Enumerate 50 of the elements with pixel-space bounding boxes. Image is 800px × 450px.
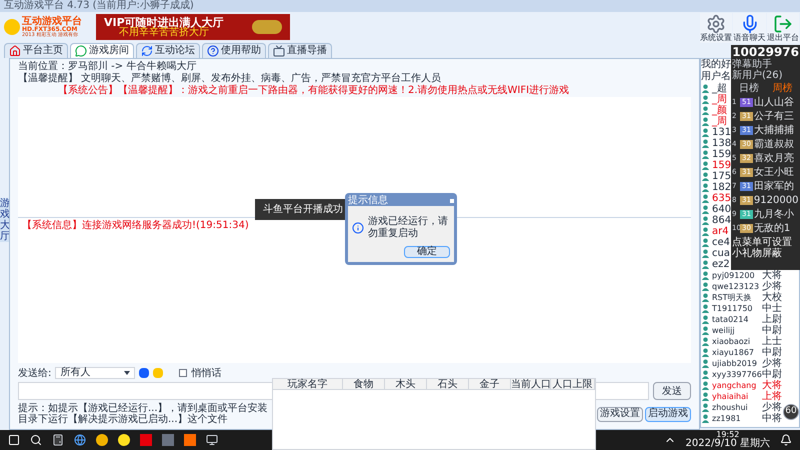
user-rank: 中尉	[762, 348, 782, 358]
logo-title: 互动游戏平台	[22, 16, 82, 26]
dialog-title: 提示信息	[348, 196, 388, 206]
viewer-name: 女王小旺	[754, 166, 794, 180]
notice-text: 点菜单可设置小礼物屏蔽	[732, 237, 793, 259]
send-to-label: 发送给:	[18, 366, 52, 380]
user-rank: 中尉	[762, 370, 782, 380]
viewer-name: 喜欢月亮	[754, 152, 794, 166]
column-header: 玩家名字	[273, 379, 343, 390]
new-users-label: 新用户(26)	[732, 70, 783, 81]
clock-date: 2022/9/10 星期六	[686, 439, 770, 449]
room-id: 10029976	[732, 45, 799, 59]
user-rank: 上士	[762, 336, 782, 346]
column-header: 金子	[469, 379, 511, 390]
whisper-label: 悄悄话	[191, 366, 222, 380]
viewer-name: 九月冬小	[754, 208, 794, 222]
tip-text: 【温馨提醒】 文明聊天、严禁赌博、刷屏、发布外挂、病毒、广告，严禁冒充官方平台工作人员	[18, 73, 442, 84]
user-rank: 大将	[762, 270, 782, 280]
user-rank: 少将	[762, 282, 782, 292]
location-text: 当前位置：罗马部川 -> 牛合牛赖喝大厅	[18, 61, 198, 72]
viewer-name: 田家军的	[754, 180, 794, 194]
banner-title: VIP可随时进出满人大厅	[104, 16, 224, 28]
column-header: 当前人口	[511, 379, 551, 390]
viewer-name: 公子有三	[754, 110, 794, 124]
user-rank: 少将	[762, 402, 782, 412]
user-rank: 大校	[762, 292, 782, 302]
viewer-name: 9120000	[754, 194, 798, 208]
user-rank: 大将	[762, 380, 782, 390]
announcement-text: 【系统公告】【温馨提醒】：游戏之前重启一下路由器，有能获得更好的网速！2.请勿使用热点或无线WIFI进行游戏	[57, 85, 570, 97]
column-header: 石头	[427, 379, 469, 390]
user-rank: 中将	[762, 414, 782, 424]
viewer-name: 霸道叔叔	[754, 138, 794, 152]
user-rank: 上将	[762, 392, 782, 402]
viewer-name: 山人山谷	[754, 96, 794, 110]
column-header: 人口上限	[551, 379, 595, 390]
viewer-name: 大捕捕捕	[754, 124, 794, 138]
assistant-title: 弹幕助手	[732, 59, 772, 70]
user-rank: 少将	[762, 358, 782, 368]
banner-subtitle: 不用辛辛苦苦挤大厅	[118, 28, 209, 38]
user-rank: 中尉	[762, 326, 782, 336]
system-message: 【系统信息】连接游戏网络服务器成功!(19:51:34)	[22, 220, 249, 231]
column-header: 用户名	[701, 71, 731, 82]
column-header: 木头	[385, 379, 427, 390]
dialog-message: 游戏已经运行，请勿重复启动	[368, 216, 449, 240]
clock-time: 19:52	[716, 431, 740, 439]
user-rank: 上尉	[762, 314, 782, 324]
hint-text: 提示：如提示【游戏已经运行...】，请到桌面或平台安装目录下运行【解决提示游戏已启动...】这个文件	[18, 403, 269, 425]
viewer-name: 无敌的1	[754, 222, 790, 236]
user-rank: 中士	[762, 304, 782, 314]
column-header: 食物	[343, 379, 385, 390]
